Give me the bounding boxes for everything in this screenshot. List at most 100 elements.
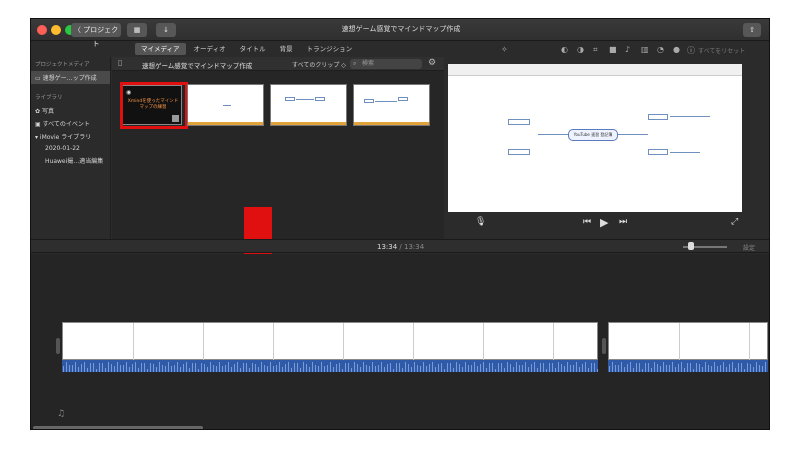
audio-waveform-bar	[252, 362, 253, 372]
share-button[interactable]: ⇧	[743, 23, 761, 37]
filter-icon[interactable]: ●	[673, 45, 680, 54]
timeline-audio-clip-2[interactable]	[608, 360, 768, 372]
sidebar-item-project[interactable]: ▭ 速想ゲー…ップ作成	[31, 71, 110, 84]
audio-waveform-bar	[669, 365, 670, 372]
timeline-video-clip-1[interactable]	[62, 322, 598, 361]
sidebar-item-all-events[interactable]: ▣ すべてのイベント	[31, 117, 110, 130]
audio-waveform-bar	[207, 367, 208, 372]
audio-waveform-bar	[99, 362, 100, 372]
stabilization-icon[interactable]: ■	[609, 45, 617, 54]
audio-waveform-bar	[561, 364, 562, 372]
tab-titles[interactable]: タイトル	[234, 43, 272, 55]
audio-waveform-bar	[213, 364, 214, 372]
audio-waveform-bar	[138, 367, 139, 372]
audio-waveform-bar	[102, 363, 103, 372]
events-icon: ▣	[35, 121, 43, 128]
sidebar-item-event-huawei[interactable]: Huawei撮…適当編集	[31, 154, 110, 167]
sidebar-item-imovie-library[interactable]: ▾ iMovie ライブラリ	[31, 130, 110, 143]
frame-divider	[413, 323, 414, 361]
audio-waveform-bar	[591, 363, 592, 372]
tab-backgrounds[interactable]: 背景	[274, 43, 299, 55]
clip-thumbnail-2[interactable]	[187, 84, 264, 126]
speed-icon[interactable]: ◔	[657, 45, 664, 54]
mindmap-line	[670, 152, 700, 153]
library-sidebar: プロジェクトメディア ▭ 速想ゲー…ップ作成 ライブラリ ✿ 写真 ▣ すべての…	[31, 57, 111, 239]
audio-waveform-bar	[396, 362, 397, 372]
audio-waveform-bar	[468, 365, 469, 372]
audio-waveform-bar	[501, 363, 502, 372]
audio-waveform-bar	[570, 365, 571, 372]
sidebar-item-event-date[interactable]: 2020-01-22	[31, 143, 110, 154]
audio-waveform-bar	[633, 367, 634, 372]
info-icon[interactable]: ⓘ	[687, 45, 695, 56]
clip-thumbnail-4[interactable]	[353, 84, 430, 126]
audio-waveform-bar	[642, 368, 643, 372]
crop-icon[interactable]: ⌗	[593, 45, 598, 55]
clip-boundary-handle[interactable]	[602, 338, 606, 354]
tab-audio[interactable]: オーディオ	[188, 43, 232, 55]
audio-waveform-bar	[693, 368, 694, 372]
audio-waveform-bar	[273, 365, 274, 372]
settings-gear-icon[interactable]: ⚙	[428, 58, 436, 68]
audio-waveform-bar	[153, 363, 154, 372]
audio-waveform-bar	[534, 362, 535, 372]
play-icon[interactable]: ▶	[600, 216, 608, 229]
audio-waveform-bar	[240, 368, 241, 372]
audio-waveform-bar	[309, 367, 310, 372]
timeline-scrollbar[interactable]	[33, 426, 203, 429]
audio-waveform-bar	[678, 364, 679, 372]
audio-waveform-bar	[489, 363, 490, 372]
color-balance-icon[interactable]: ◐	[561, 45, 568, 54]
timeline-video-clip-2[interactable]	[608, 322, 768, 361]
audio-waveform-bar	[579, 366, 580, 372]
audio-waveform-bar	[129, 366, 130, 372]
color-correction-icon[interactable]: ◑	[577, 45, 584, 54]
sidebar-toggle-icon[interactable]: ▯	[118, 58, 122, 67]
audio-waveform-bar	[417, 365, 418, 372]
audio-waveform-bar	[210, 362, 211, 372]
volume-icon[interactable]: ♪	[625, 45, 630, 54]
fullscreen-icon[interactable]: ⤢	[731, 217, 738, 227]
clip-thumbnail-3[interactable]	[270, 84, 347, 126]
mindmap-node	[508, 119, 530, 125]
sidebar-item-photos[interactable]: ✿ 写真	[31, 104, 110, 117]
audio-waveform-bar	[420, 365, 421, 372]
skip-back-icon[interactable]: ⏮	[583, 217, 591, 227]
audio-waveform-bar	[312, 362, 313, 372]
zoom-slider-knob[interactable]	[688, 242, 694, 250]
audio-waveform-bar	[450, 363, 451, 372]
audio-waveform-bar	[525, 362, 526, 372]
tab-my-media[interactable]: マイメディア	[135, 43, 186, 55]
clip-left-handle[interactable]	[56, 338, 60, 354]
audio-waveform-bar	[462, 366, 463, 372]
clip-filter-select[interactable]: すべてのクリップ ◇	[292, 60, 346, 69]
audio-waveform-bar	[537, 367, 538, 372]
audio-waveform-bar	[105, 367, 106, 372]
audio-waveform-bar	[624, 366, 625, 372]
noise-reduction-icon[interactable]: ▥	[641, 45, 649, 54]
mindmap-node	[648, 149, 668, 155]
audio-waveform-bar	[375, 366, 376, 372]
frame-divider	[343, 323, 344, 361]
magic-wand-icon[interactable]: ✧	[501, 45, 508, 54]
reset-all-button[interactable]: すべてをリセット	[698, 46, 745, 55]
audio-waveform-bar	[165, 366, 166, 372]
timeline-settings-button[interactable]: 設定	[743, 243, 755, 252]
tab-transitions[interactable]: トランジション	[301, 43, 359, 55]
video-frame: YouTube 速習 登記簿	[448, 64, 742, 212]
audio-waveform-bar	[246, 362, 247, 372]
frame-divider	[483, 323, 484, 361]
audio-waveform-bar	[480, 364, 481, 372]
timeline-audio-clip-1[interactable]	[62, 360, 598, 372]
audio-waveform-bar	[618, 365, 619, 372]
audio-waveform-bar	[93, 362, 94, 372]
audio-waveform-bar	[216, 366, 217, 372]
library-heading: ライブラリ	[35, 95, 63, 101]
audio-waveform-bar	[507, 362, 508, 372]
search-input[interactable]: ⌕ 検索	[350, 59, 422, 69]
microphone-icon[interactable]: 🎙	[475, 217, 486, 227]
audio-waveform-bar	[147, 368, 148, 372]
skip-forward-icon[interactable]: ⏭	[619, 217, 627, 227]
audio-waveform-bar	[297, 363, 298, 372]
audio-waveform-bar	[729, 364, 730, 372]
